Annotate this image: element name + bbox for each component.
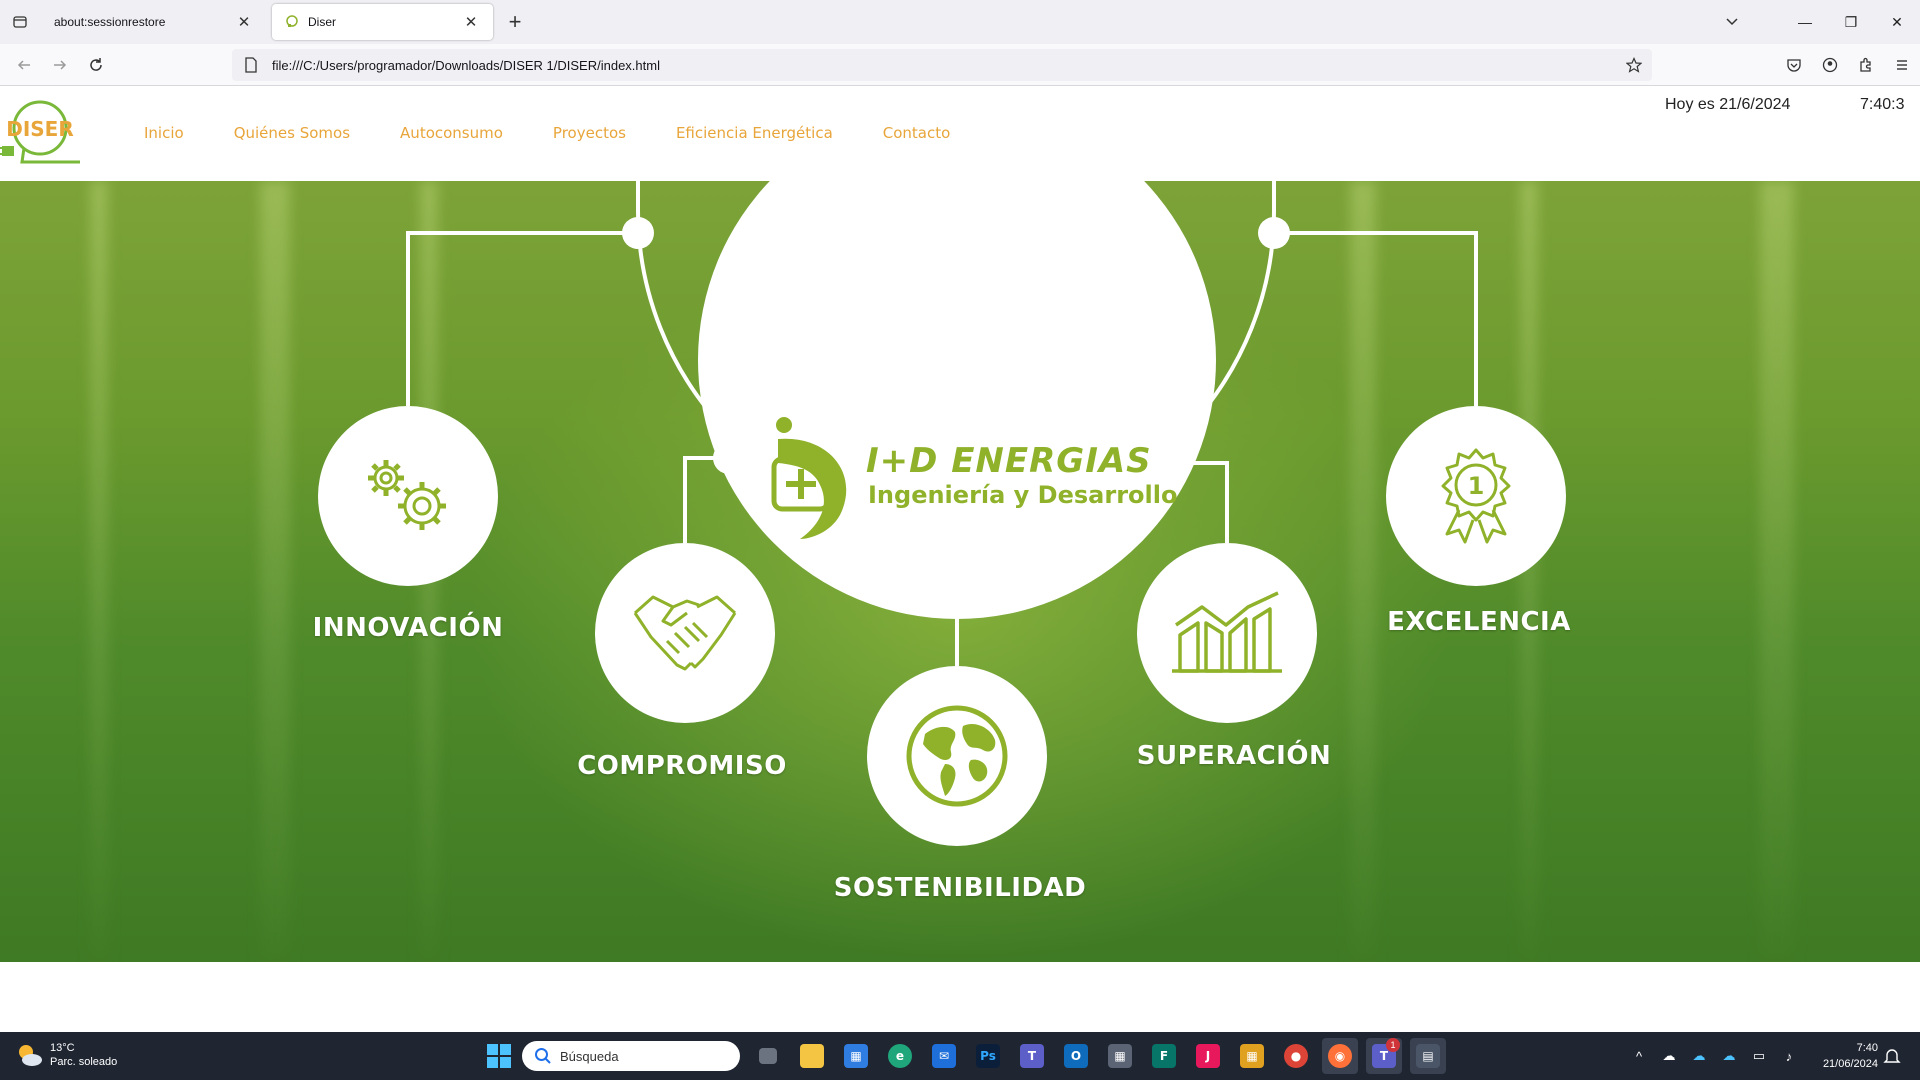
chrome-icon[interactable]: ● bbox=[1278, 1038, 1314, 1074]
restore-icon[interactable]: ❐ bbox=[1828, 0, 1874, 44]
tab-list-icon[interactable] bbox=[0, 0, 40, 44]
url-text: file:///C:/Users/programador/Downloads/D… bbox=[272, 57, 660, 73]
weather-desc: Parc. soleado bbox=[50, 1056, 118, 1068]
onedrive-gray-icon[interactable]: ☁ bbox=[1654, 1044, 1684, 1068]
back-icon[interactable] bbox=[8, 50, 40, 80]
chevron-up-icon[interactable]: ^ bbox=[1624, 1044, 1654, 1068]
date-text: Hoy es 21/6/2024 bbox=[1665, 96, 1791, 113]
start-apps-grid-icon[interactable]: ▦ bbox=[1234, 1038, 1270, 1074]
extensions-icon[interactable] bbox=[1848, 50, 1884, 80]
jetbrains-icon[interactable]: J bbox=[1190, 1038, 1226, 1074]
brand-name: I+D ENERGIAS bbox=[866, 441, 1152, 481]
value-circle-sostenibilidad bbox=[867, 666, 1047, 846]
diser-favicon-icon bbox=[284, 14, 300, 30]
volume-icon[interactable]: ♪ bbox=[1774, 1044, 1804, 1068]
url-bar[interactable]: file:///C:/Users/programador/Downloads/D… bbox=[232, 49, 1652, 81]
network-icon[interactable]: ▭ bbox=[1744, 1044, 1774, 1068]
nav-quienes-somos[interactable]: Quiénes Somos bbox=[234, 124, 350, 142]
nav-proyectos[interactable]: Proyectos bbox=[553, 124, 626, 142]
value-circle-compromiso bbox=[595, 543, 775, 723]
value-label-compromiso: COMPROMISO bbox=[577, 751, 787, 781]
diser-logo[interactable]: DISER bbox=[0, 96, 84, 170]
new-tab-button[interactable]: + bbox=[500, 8, 530, 36]
windows-taskbar: 13°C Parc. soleado Búsqueda ▦ e ✉ Ps T O… bbox=[0, 1032, 1920, 1080]
pocket-icon[interactable] bbox=[1776, 50, 1812, 80]
globe-icon bbox=[906, 705, 1008, 807]
windows-start-icon[interactable] bbox=[484, 1041, 514, 1071]
weather-temp: 13°C bbox=[50, 1042, 75, 1054]
reload-icon[interactable] bbox=[80, 50, 112, 80]
app-window-icon[interactable]: ▤ bbox=[1410, 1038, 1446, 1074]
value-label-innovacion: INNOVACIÓN bbox=[312, 613, 504, 643]
taskbar-clock[interactable]: 7:40 21/06/2024 bbox=[1808, 1040, 1878, 1072]
file-explorer-icon[interactable] bbox=[794, 1038, 830, 1074]
task-view-icon[interactable] bbox=[750, 1038, 786, 1074]
brand-tagline: Ingeniería y Desarrollo bbox=[868, 481, 1178, 509]
taskbar-apps: ▦ e ✉ Ps T O ▦ F J ▦ ● ◉ T1 ▤ bbox=[750, 1038, 1454, 1074]
browser-tab-bar: about:sessionrestore ✕ Diser ✕ + — ❐ ✕ bbox=[0, 0, 1920, 44]
value-label-sostenibilidad: SOSTENIBILIDAD bbox=[833, 873, 1087, 903]
main-nav: Inicio Quiénes Somos Autoconsumo Proyect… bbox=[144, 124, 1000, 142]
browser-nav-bar: file:///C:/Users/programador/Downloads/D… bbox=[0, 44, 1920, 86]
search-placeholder: Búsqueda bbox=[560, 1048, 619, 1064]
taskbar-search[interactable]: Búsqueda bbox=[522, 1041, 740, 1071]
calculator-icon[interactable]: ▦ bbox=[1102, 1038, 1138, 1074]
award-badge-icon: 1 bbox=[1441, 448, 1511, 544]
value-label-superacion: SUPERACIÓN bbox=[1136, 741, 1332, 771]
partly-sunny-icon bbox=[19, 1045, 42, 1066]
nav-eficiencia-energetica[interactable]: Eficiencia Energética bbox=[676, 124, 833, 142]
teams-icon[interactable]: T bbox=[1014, 1038, 1050, 1074]
tab-title: Diser bbox=[308, 15, 337, 29]
browser-toolbar bbox=[1776, 50, 1920, 80]
firefox-icon[interactable]: ◉ bbox=[1322, 1038, 1358, 1074]
teams-new-icon[interactable]: T1 bbox=[1366, 1038, 1402, 1074]
notification-bell-icon[interactable] bbox=[1882, 1046, 1904, 1068]
edge-icon[interactable]: e bbox=[882, 1038, 918, 1074]
bookmark-star-icon[interactable] bbox=[1624, 55, 1644, 75]
tab-sessionrestore[interactable]: about:sessionrestore ✕ bbox=[42, 4, 266, 40]
onedrive-business-icon[interactable]: ☁ bbox=[1714, 1044, 1744, 1068]
value-label-excelencia: EXCELENCIA bbox=[1387, 607, 1571, 637]
tab-diser[interactable]: Diser ✕ bbox=[272, 4, 493, 40]
value-circle-superacion bbox=[1137, 543, 1317, 723]
growth-chart-icon bbox=[1172, 591, 1282, 673]
window-controls: — ❐ ✕ bbox=[1782, 0, 1920, 44]
system-tray: ^ ☁ ☁ ☁ ▭ ♪ bbox=[1624, 1044, 1804, 1068]
logo-text: DISER bbox=[6, 117, 74, 141]
handshake-icon bbox=[633, 595, 737, 671]
minimize-icon[interactable]: — bbox=[1782, 0, 1828, 44]
teams-badge: 1 bbox=[1386, 1038, 1400, 1052]
menu-icon[interactable] bbox=[1884, 50, 1920, 80]
list-all-tabs-icon[interactable] bbox=[1710, 0, 1754, 44]
weather-widget[interactable]: 13°C Parc. soleado bbox=[14, 1040, 117, 1070]
award-number: 1 bbox=[1468, 472, 1485, 500]
microsoft-store-icon[interactable]: ▦ bbox=[838, 1038, 874, 1074]
clock-date: 21/06/2024 bbox=[1822, 1058, 1878, 1070]
close-window-icon[interactable]: ✕ bbox=[1874, 0, 1920, 44]
nav-autoconsumo[interactable]: Autoconsumo bbox=[400, 124, 503, 142]
forward-icon[interactable] bbox=[44, 50, 76, 80]
value-circle-excelencia: 1 bbox=[1386, 406, 1566, 586]
nav-inicio[interactable]: Inicio bbox=[144, 124, 184, 142]
outlook-icon[interactable]: O bbox=[1058, 1038, 1094, 1074]
value-circle-innovacion bbox=[318, 406, 498, 586]
page-icon bbox=[242, 56, 260, 74]
clock-time: 7:40 bbox=[1856, 1042, 1878, 1054]
close-tab-icon[interactable]: ✕ bbox=[234, 12, 254, 32]
account-icon[interactable] bbox=[1812, 50, 1848, 80]
tab-title: about:sessionrestore bbox=[54, 15, 166, 29]
id-energias-logo-icon bbox=[770, 415, 860, 541]
onedrive-icon[interactable]: ☁ bbox=[1684, 1044, 1714, 1068]
photoshop-icon[interactable]: Ps bbox=[970, 1038, 1006, 1074]
mail-icon[interactable]: ✉ bbox=[926, 1038, 962, 1074]
nav-contacto[interactable]: Contacto bbox=[883, 124, 951, 142]
hero-banner: I+D ENERGIAS Ingeniería y Desarrollo INN… bbox=[0, 181, 1920, 962]
site-header: DISER Inicio Quiénes Somos Autoconsumo P… bbox=[0, 86, 1920, 181]
gears-icon bbox=[368, 460, 446, 530]
forms-icon[interactable]: F bbox=[1146, 1038, 1182, 1074]
close-tab-icon[interactable]: ✕ bbox=[461, 12, 481, 32]
clock-text: 7:40:3 bbox=[1860, 96, 1905, 113]
search-icon bbox=[535, 1048, 551, 1064]
